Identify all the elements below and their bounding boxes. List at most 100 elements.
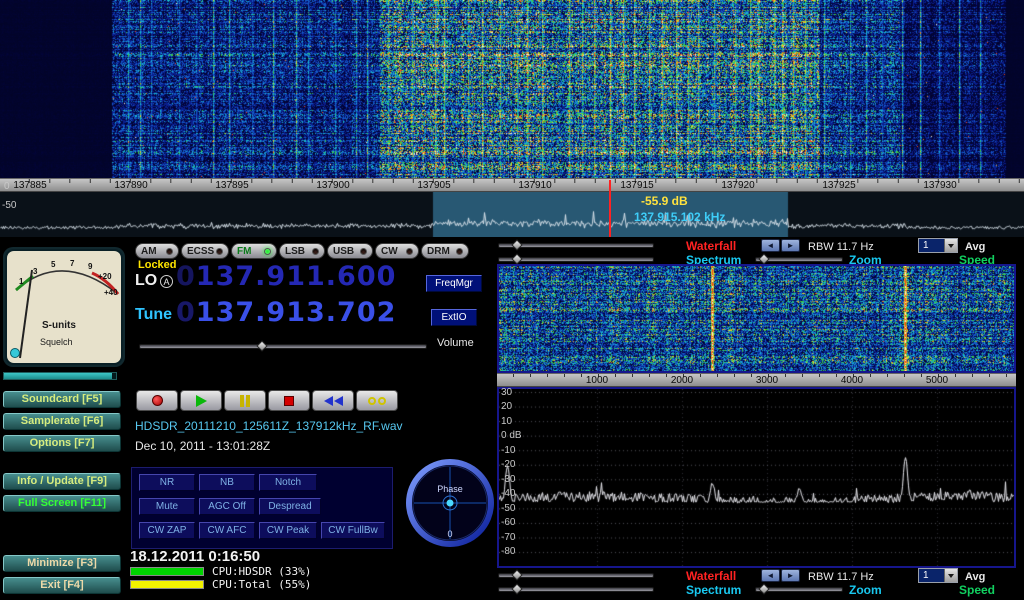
freq-tick-label: 137920 [713,180,763,191]
squelch-knob[interactable] [11,349,20,358]
record-icon [152,395,163,406]
slider-thumb[interactable] [511,253,522,264]
tune-frequency-display[interactable]: 0137.913.702 [176,299,396,326]
dsp-notch-button[interactable]: Notch [259,474,317,491]
menu-samplerate-button[interactable]: Samplerate [F6] [3,413,121,430]
slider-thumb[interactable] [758,583,769,594]
play-icon [196,395,207,407]
menu-minimize-button[interactable]: Minimize [F3] [3,555,121,572]
spectrum-axis-label: 10 [501,416,512,427]
lo-auto-badge[interactable]: A [160,275,173,288]
mode-button-cw[interactable]: CW [375,243,419,259]
mode-button-am[interactable]: AM [135,243,179,259]
waterfall-label-bottom: Waterfall [686,569,736,583]
rewind-button[interactable] [312,390,354,411]
zoom-label-bottom: Zoom [849,583,882,597]
mode-led [456,248,463,255]
spectrum-axis-label: -70 [501,532,515,543]
mode-button-ecss[interactable]: ECSS [181,243,229,259]
zoom-waterfall-display[interactable] [499,266,1014,371]
menu-fullscreen-button[interactable]: Full Screen [F11] [3,495,121,512]
spectrum-gain-slider-bottom[interactable] [498,587,654,592]
freqmgr-button[interactable]: FreqMgr [426,275,482,292]
record-button[interactable] [136,390,178,411]
mode-led [312,248,319,255]
squelch-level-bar[interactable] [3,372,117,380]
zoom-waterfall-frame [497,264,1016,373]
mode-label: ECSS [187,246,214,257]
spectrum-axis-label: -30 [501,474,515,485]
dsp-agc-button[interactable]: AGC Off [199,498,255,515]
zoom-frequency-scale[interactable]: 1000 2000 3000 4000 5000 [497,373,1016,387]
rbw-label-bottom: RBW 11.7 Hz [808,571,874,583]
dsp-mute-button[interactable]: Mute [139,498,195,515]
avg-label-top: Avg [965,241,985,253]
zoom-tick-label: 1000 [572,375,622,386]
recording-filename: HDSDR_20111210_125611Z_137912kHz_RF.wav [135,419,403,433]
loop-button[interactable] [356,390,398,411]
phase-value: 0 [447,529,452,539]
dsp-despread-button[interactable]: Despread [259,498,321,515]
frequency-scale[interactable]: 137885 137890 137895 137900 137905 13791… [0,178,1024,192]
mode-button-usb[interactable]: USB [327,243,373,259]
cpu-total-bar [130,580,204,589]
dsp-nr-button[interactable]: NR [139,474,195,491]
tune-freq-dim-digit: 0 [176,297,196,328]
s-meter-tick: 1 [19,277,24,286]
waterfall-gain-slider-top[interactable] [498,243,654,248]
pause-button[interactable] [224,390,266,411]
step-right-button-bottom[interactable]: ► [781,569,800,582]
spectrum-gain-slider-top[interactable] [498,257,654,262]
stop-button[interactable] [268,390,310,411]
menu-info-update-button[interactable]: Info / Update [F9] [3,473,121,490]
freq-tick-label: 137930 [915,180,965,191]
combo-dropdown-arrow[interactable] [944,569,957,582]
zoom-slider-top[interactable] [755,257,843,262]
mode-button-lsb[interactable]: LSB [279,243,325,259]
avg-combo-top[interactable]: 1 [918,238,958,253]
datetime-display: 18.12.2011 0:16:50 [130,548,260,565]
mode-button-drm[interactable]: DRM [421,243,469,259]
mode-led [360,248,367,255]
combo-dropdown-arrow[interactable] [944,239,957,252]
rbw-label-top: RBW 11.7 Hz [808,241,874,253]
slider-thumb[interactable] [511,569,522,580]
freq-tick-label: 137905 [409,180,459,191]
avg-combo-bottom[interactable]: 1 [918,568,958,583]
menu-options-button[interactable]: Options [F7] [3,435,121,452]
cpu-hdsdr-bar [130,567,204,576]
zoom-slider-bottom[interactable] [755,587,843,592]
mode-label: AM [141,246,157,257]
zoom-spectrum-display[interactable] [499,389,1014,566]
dsp-cwzap-button[interactable]: CW ZAP [139,522,195,539]
overview-spectrum-canvas[interactable] [0,192,1024,237]
volume-slider[interactable] [139,344,427,349]
overview-spectrum[interactable]: 0 -50 -55.9 dB 137.915.102 kHz [0,192,1024,237]
lo-frequency-display[interactable]: 0137.911.600 [176,263,396,290]
freq-tick-label: 137910 [510,180,560,191]
mode-label: LSB [285,246,305,257]
dsp-cwfullbw-button[interactable]: CW FullBw [321,522,385,539]
main-waterfall-display[interactable] [0,0,1024,178]
mode-label: CW [381,246,398,257]
menu-exit-button[interactable]: Exit [F4] [3,577,121,594]
loop-icon [378,397,386,405]
dsp-nb-button[interactable]: NB [199,474,255,491]
waterfall-gain-slider-bottom[interactable] [498,573,654,578]
lo-freq-digits: 137.911.600 [196,261,397,292]
freq-tick-label: 137890 [106,180,156,191]
step-left-button-bottom[interactable]: ◄ [761,569,780,582]
play-button[interactable] [180,390,222,411]
slider-thumb[interactable] [758,253,769,264]
volume-slider-thumb[interactable] [256,340,267,351]
extio-button[interactable]: ExtIO [431,309,477,326]
menu-soundcard-button[interactable]: Soundcard [F5] [3,391,121,408]
cpu-total-fill [131,581,203,588]
slider-thumb[interactable] [511,583,522,594]
mode-button-fm[interactable]: FM [231,243,277,259]
step-left-button-top[interactable]: ◄ [761,239,780,252]
step-right-button-top[interactable]: ► [781,239,800,252]
dsp-cwafc-button[interactable]: CW AFC [199,522,255,539]
slider-thumb[interactable] [511,239,522,250]
dsp-cwpeak-button[interactable]: CW Peak [259,522,317,539]
